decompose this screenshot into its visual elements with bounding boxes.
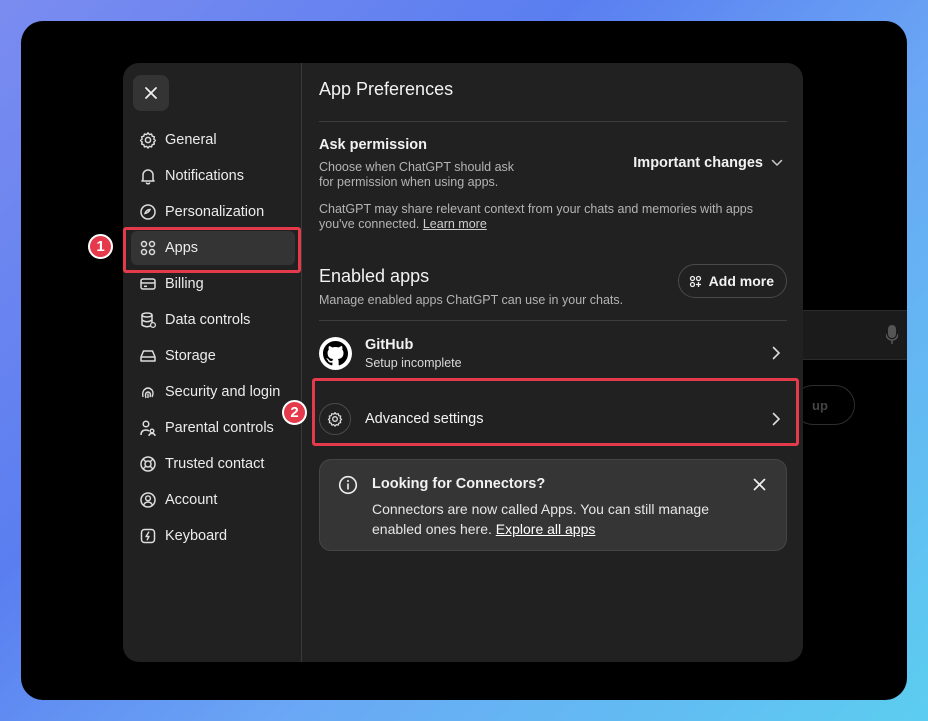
personalization-icon [140,204,156,220]
context-note-line2: you've connected. Learn more [319,217,487,232]
app-window-frame: up General Notifications Personalization [21,21,907,700]
chevron-right-icon [772,346,781,360]
fingerprint-icon [141,387,154,399]
connectors-notice: Looking for Connectors? Connectors are n… [319,459,787,551]
sidebar-item-label: Apps [165,240,199,256]
background-pill-label: up [812,398,828,413]
chevron-right-icon [772,412,781,426]
sidebar-item-label: Security and login [165,384,281,400]
ask-permission-label: Ask permission [319,137,427,153]
microphone-icon [886,325,898,344]
ask-permission-desc-line1: Choose when ChatGPT should ask [319,160,515,174]
sidebar-item-label: Storage [165,348,216,364]
credit-card-icon [140,278,156,290]
settings-sidebar: General Notifications Personalization Ap… [123,63,302,662]
github-logo-icon [319,336,352,370]
app-preferences-panel: App Preferences Ask permission Choose wh… [319,63,787,662]
sidebar-item-billing[interactable]: Billing [131,267,295,301]
enabled-apps-desc: Manage enabled apps ChatGPT can use in y… [319,293,624,307]
storage-icon [140,350,156,362]
apps-grid-icon [689,275,701,287]
context-note-text: you've connected. [319,217,423,231]
sidebar-item-security-and-login[interactable]: Security and login [131,375,295,409]
sidebar-item-storage[interactable]: Storage [131,339,295,373]
divider [319,320,787,321]
enabled-apps-title: Enabled apps [319,266,430,286]
advanced-settings-row[interactable]: Advanced settings [319,399,787,439]
lifebuoy-icon [140,456,156,472]
database-icon [141,312,157,329]
app-status: Setup incomplete [365,355,462,370]
close-icon [145,87,157,99]
add-more-label: Add more [708,273,774,289]
sidebar-item-label: General [165,132,217,148]
sidebar-item-label: Data controls [165,312,251,328]
notice-body: Connectors are now called Apps. You can … [372,499,752,539]
step-badge-2: 2 [282,400,307,425]
notice-line2: enabled ones here. [372,521,496,537]
close-button[interactable] [133,75,169,111]
learn-more-link[interactable]: Learn more [423,217,487,231]
parental-icon [140,420,156,437]
sidebar-item-label: Personalization [165,204,265,220]
account-icon [140,492,156,508]
chevron-down-icon [771,159,783,167]
sidebar-item-keyboard[interactable]: Keyboard [131,519,295,553]
sidebar-item-trusted-contact[interactable]: Trusted contact [131,447,295,481]
app-row-github[interactable]: GitHub Setup incomplete [319,335,787,371]
sidebar-item-label: Keyboard [165,528,228,544]
notice-line1: Connectors are now called Apps. You can … [372,501,709,517]
sidebar-item-apps[interactable]: Apps [131,231,295,265]
sidebar-item-label: Parental controls [165,420,274,436]
gear-icon [319,403,351,435]
sidebar-item-label: Account [165,492,218,508]
keyboard-icon [140,528,156,544]
app-name: GitHub [365,336,414,353]
app-row-text: GitHub Setup incomplete [365,337,462,370]
sidebar-item-data-controls[interactable]: Data controls [131,303,295,337]
notice-title: Looking for Connectors? [372,476,546,492]
step-badge-1: 1 [88,234,113,259]
advanced-settings-label: Advanced settings [365,411,484,427]
apps-grid-icon [140,240,156,256]
sidebar-item-notifications[interactable]: Notifications [131,159,295,193]
explore-all-apps-link[interactable]: Explore all apps [496,521,596,537]
page-title: App Preferences [319,79,454,99]
sidebar-item-parental-controls[interactable]: Parental controls [131,411,295,445]
bell-icon [141,169,155,185]
sidebar-item-label: Trusted contact [165,456,265,472]
sidebar-item-label: Billing [165,276,204,292]
ask-permission-desc-line2: for permission when using apps. [319,175,499,189]
settings-modal: General Notifications Personalization Ap… [123,63,803,662]
ask-permission-dropdown[interactable]: Important changes [633,155,783,171]
close-icon[interactable] [753,478,766,491]
sidebar-item-account[interactable]: Account [131,483,295,517]
sidebar-item-general[interactable]: General [131,123,295,157]
add-more-button[interactable]: Add more [677,264,787,298]
sidebar-item-label: Notifications [165,168,244,184]
ask-permission-value: Important changes [633,155,763,171]
divider [319,121,787,122]
sidebar-item-personalization[interactable]: Personalization [131,195,295,229]
info-icon [338,475,358,495]
context-note-line1: ChatGPT may share relevant context from … [319,202,753,216]
gear-icon [139,132,157,149]
